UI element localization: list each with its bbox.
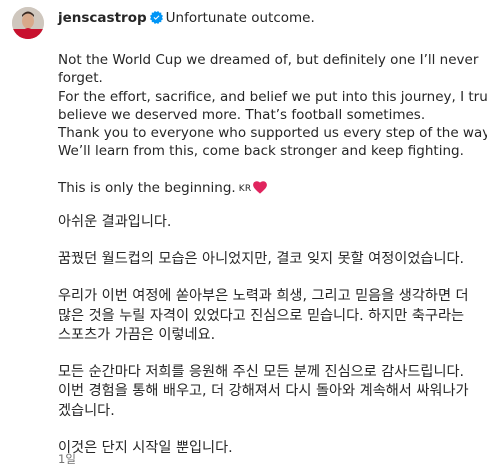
avatar-photo [12, 7, 44, 39]
verified-badge-icon [149, 11, 163, 24]
korean-paragraph-1: 아쉬운 결과입니다. [58, 213, 474, 232]
caption-line: For the effort, sacrifice, and belief we… [58, 88, 487, 105]
instagram-post-caption: jenscastrop Unfortunate outcome. Not the… [0, 0, 487, 468]
south-korea-flag-emoji: KR [238, 183, 252, 194]
caption-line: This is only the beginning. [58, 179, 236, 196]
korean-paragraph-5: 이것은 단지 시작일 뿐입니다. [58, 439, 474, 458]
caption-line: We’ll learn from this, come back stronge… [58, 143, 464, 160]
korean-paragraph-2: 꿈꿨던 월드컵의 모습은 아니었지만, 결코 잊지 못할 여정이었습니다. [58, 250, 474, 269]
caption-first-line: Unfortunate outcome. [165, 10, 315, 26]
caption-header-line: jenscastrop Unfortunate outcome. [58, 9, 474, 27]
caption-content: jenscastrop Unfortunate outcome. Not the… [58, 9, 487, 458]
korean-paragraph-4: 모든 순간마다 저희를 응원해 주신 모든 분께 진심으로 감사드립니다. 이번… [58, 363, 474, 421]
caption-line: believe we deserved more. That’s footbal… [58, 106, 426, 123]
profile-avatar[interactable] [12, 7, 44, 39]
post-timestamp[interactable]: 1일 [58, 451, 76, 467]
caption-line: 모든 순간마다 저희를 응원해 주신 모든 분께 진심으로 감사드립니다. [58, 364, 465, 381]
caption-line: Thank you to everyone who supported us e… [58, 125, 487, 142]
caption-line: Not the World Cup we dreamed of, but def… [58, 52, 479, 68]
caption-line: 스포츠가 가끔은 이렇네요. [58, 326, 216, 343]
username-link[interactable]: jenscastrop [58, 10, 147, 26]
korean-paragraph-3: 우리가 이번 여정에 쏟아부은 노력과 희생, 그리고 믿음을 생각하면 더 많… [58, 287, 474, 345]
caption-line: 많은 것을 누릴 자격이 있었다고 진심으로 믿습니다. 하지만 축구라는 [58, 307, 465, 324]
caption-line: forget. [58, 70, 103, 87]
caption-line: 이번 경험을 통해 배우고, 더 강해져서 다시 돌아와 계속해서 싸워나가 [58, 383, 469, 400]
caption-line: 이것은 단지 시작일 뿐입니다. [58, 439, 233, 456]
caption-line: 우리가 이번 여정에 쏟아부은 노력과 희생, 그리고 믿음을 생각하면 더 [58, 288, 469, 305]
red-heart-icon [252, 180, 267, 194]
caption-line: 겠습니다. [58, 402, 115, 419]
english-paragraph-2: This is only the beginning. KR [58, 179, 474, 198]
english-paragraph-1: Not the World Cup we dreamed of, but def… [58, 51, 487, 161]
caption-line: 아쉬운 결과입니다. [58, 214, 172, 231]
caption-line: 꿈꿨던 월드컵의 모습은 아니었지만, 결코 잊지 못할 여정이었습니다. [58, 251, 465, 268]
